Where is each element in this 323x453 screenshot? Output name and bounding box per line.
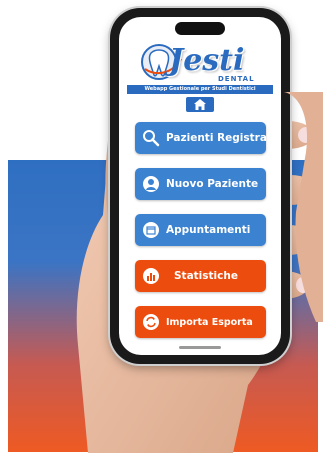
thumb-illustration [284,92,323,322]
logo-subtitle: DENTAL [218,75,255,83]
phone-screen: Jesti DENTAL Webapp Gestionale per Studi… [119,17,281,355]
home-button[interactable] [186,97,214,112]
importa-esporta-label: Importa Esporta [166,316,253,328]
appuntamenti-button[interactable]: Appuntamenti [135,214,266,246]
chart-icon [141,266,161,286]
importa-esporta-button[interactable]: Importa Esporta [135,306,266,338]
appuntamenti-label: Appuntamenti [166,224,251,236]
statistiche-label: Statistiche [174,270,238,282]
phone-notch [175,22,225,35]
patient-icon [141,174,161,194]
calendar-icon [141,220,161,240]
statistiche-button[interactable]: Statistiche [135,260,266,292]
app-tagline: Webapp Gestionale per Studi Dentistici [127,85,273,94]
pazienti-registrati-button[interactable]: Pazienti Registrati [135,122,276,154]
logo-title: Jesti [169,43,245,78]
search-icon [141,128,161,148]
sync-icon [141,312,161,332]
phone-device: Jesti DENTAL Webapp Gestionale per Studi… [110,8,290,364]
nuovo-paziente-label: Nuovo Paziente [166,178,259,190]
pazienti-registrati-label: Pazienti Registrati [166,132,276,144]
home-icon [194,99,206,110]
nuovo-paziente-button[interactable]: Nuovo Paziente [135,168,266,200]
home-indicator [179,346,221,349]
